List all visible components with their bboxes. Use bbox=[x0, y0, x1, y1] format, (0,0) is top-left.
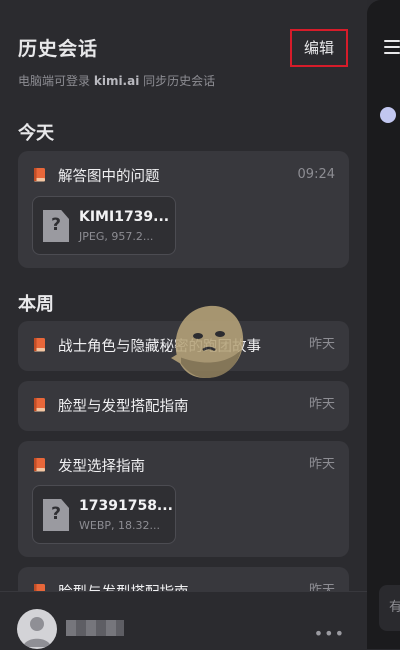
hamburger-icon[interactable] bbox=[384, 40, 400, 58]
history-drawer: 历史会话 编辑 电脑端可登录 kimi.ai 同步历史会话 今天 解答图中的问题… bbox=[0, 0, 367, 650]
history-item[interactable]: 脸型与发型搭配指南 昨天 bbox=[18, 381, 349, 431]
assistant-avatar-icon bbox=[380, 107, 396, 123]
history-item[interactable]: 发型选择指南 昨天 ? 17391758... WEBP, 18.32... bbox=[18, 441, 349, 557]
user-avatar-icon[interactable] bbox=[17, 609, 57, 649]
book-icon bbox=[32, 457, 48, 473]
file-question-icon: ? bbox=[43, 210, 69, 242]
history-item-title: 解答图中的问题 bbox=[58, 168, 160, 185]
history-item-time: 昨天 bbox=[308, 457, 335, 472]
file-name: KIMI1739... bbox=[79, 209, 170, 225]
more-dots-icon[interactable]: ••• bbox=[314, 624, 345, 643]
book-icon bbox=[32, 337, 48, 353]
file-meta: JPEG, 957.2... bbox=[79, 230, 154, 243]
user-bar: ••• bbox=[0, 591, 367, 650]
section-title-today: 今天 bbox=[18, 123, 54, 144]
file-attachment[interactable]: ? KIMI1739... JPEG, 957.2... bbox=[32, 196, 176, 255]
file-name: 17391758... bbox=[79, 498, 173, 514]
chat-panel-peek: 有 bbox=[367, 0, 400, 649]
sync-hint-prefix: 电脑端可登录 bbox=[18, 74, 91, 88]
chat-input-peek[interactable]: 有 bbox=[379, 585, 400, 631]
file-question-icon: ? bbox=[43, 499, 69, 531]
mascot-sticker bbox=[171, 305, 244, 378]
book-icon bbox=[32, 397, 48, 413]
history-item-time: 09:24 bbox=[297, 167, 335, 182]
section-title-week: 本周 bbox=[18, 294, 54, 315]
history-item[interactable]: 解答图中的问题 09:24 ? KIMI1739... JPEG, 957.2.… bbox=[18, 151, 349, 268]
history-item-title: 脸型与发型搭配指南 bbox=[58, 398, 189, 415]
edit-button[interactable]: 编辑 bbox=[290, 29, 348, 67]
file-meta: WEBP, 18.32... bbox=[79, 519, 160, 532]
file-attachment[interactable]: ? 17391758... WEBP, 18.32... bbox=[32, 485, 176, 544]
history-item-time: 昨天 bbox=[308, 397, 335, 412]
page-title: 历史会话 bbox=[18, 38, 99, 60]
book-icon bbox=[32, 167, 48, 183]
history-item-time: 昨天 bbox=[308, 337, 335, 352]
sync-hint-suffix: 同步历史会话 bbox=[143, 74, 216, 88]
history-item-title: 发型选择指南 bbox=[58, 458, 145, 475]
username-redacted bbox=[66, 620, 124, 636]
sync-hint-site[interactable]: kimi.ai bbox=[94, 74, 139, 88]
sync-hint: 电脑端可登录 kimi.ai 同步历史会话 bbox=[18, 72, 215, 89]
